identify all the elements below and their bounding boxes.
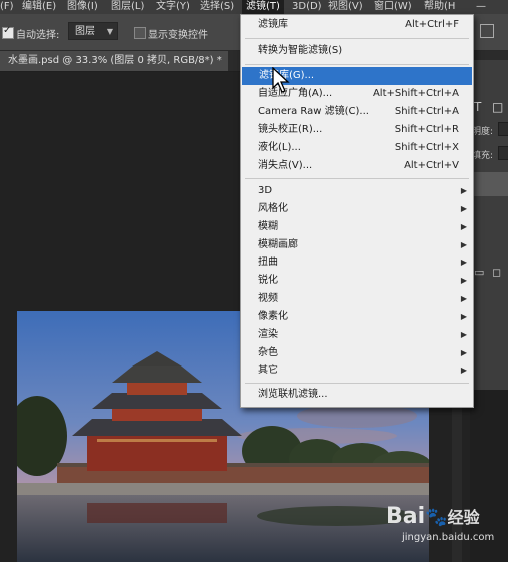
submenu-arrow-icon: ▶: [460, 258, 467, 267]
menu-item-shortcut: Shift+Ctrl+A: [394, 106, 459, 117]
menu-bar: (F) 编辑(E) 图像(I) 图层(L) 文字(Y) 选择(S) 滤镜(T) …: [0, 0, 508, 14]
menu-item-shortcut: Alt+Ctrl+F: [405, 19, 459, 30]
menu-help[interactable]: 帮助(H: [424, 0, 455, 14]
menu-item-label: 模糊: [258, 221, 278, 232]
menu-separator: [245, 178, 469, 179]
menu-item-label: 风格化: [258, 203, 288, 214]
menu-item-label: 渲染: [258, 329, 278, 340]
opacity-label: 明度:: [472, 127, 494, 137]
menu-item-label: 滤镜库: [258, 19, 288, 30]
shape-icon[interactable]: □: [492, 100, 503, 114]
submenu-arrow-icon: ▶: [460, 222, 467, 231]
mouse-cursor-icon: [272, 67, 290, 93]
menu-item-label: 视频: [258, 293, 278, 304]
submenu-arrow-icon: ▶: [460, 366, 467, 375]
fill-field[interactable]: [498, 146, 508, 160]
submenu-arrow-icon: ▶: [460, 348, 467, 357]
menu-separator: [245, 383, 469, 384]
menu-item-pixelate[interactable]: 像素化 ▶: [241, 308, 473, 326]
auto-select-label: 自动选择:: [16, 30, 60, 41]
menu-item-video[interactable]: 视频 ▶: [241, 290, 473, 308]
new-layer-icon[interactable]: ◻: [492, 266, 501, 279]
folder-icon[interactable]: ▭: [474, 266, 484, 279]
menu-item-shortcut: Shift+Ctrl+X: [394, 142, 459, 153]
menu-item-stylize[interactable]: 风格化 ▶: [241, 200, 473, 218]
menu-item-browse-online-filters[interactable]: 浏览联机滤镜...: [241, 386, 473, 404]
menu-item-noise[interactable]: 杂色 ▶: [241, 344, 473, 362]
menu-item-liquify[interactable]: 液化(L)... Shift+Ctrl+X: [241, 139, 473, 157]
menu-item-label: 其它: [258, 365, 278, 376]
menu-item-render[interactable]: 渲染 ▶: [241, 326, 473, 344]
submenu-arrow-icon: ▶: [460, 240, 467, 249]
watermark-url: jingyan.baidu.com: [402, 532, 495, 543]
menu-item-distort[interactable]: 扭曲 ▶: [241, 254, 473, 272]
auto-select-checkbox[interactable]: [2, 25, 14, 39]
menu-item-shortcut: Alt+Ctrl+V: [404, 160, 459, 171]
menu-item-label: 模糊画廊: [258, 239, 298, 250]
menu-select[interactable]: 选择(S): [200, 0, 234, 14]
chevron-down-icon: ▼: [106, 27, 113, 36]
menu-item-3d[interactable]: 3D ▶: [241, 182, 473, 200]
layer-row[interactable]: [470, 172, 508, 196]
menu-item-other[interactable]: 其它 ▶: [241, 362, 473, 380]
document-tab-title: 水墨画.psd @ 33.3% (图层 0 拷贝, RGB/8*) *: [8, 55, 222, 66]
menu-item-blur[interactable]: 模糊 ▶: [241, 218, 473, 236]
menu-item-camera-raw[interactable]: Camera Raw 滤镜(C)... Shift+Ctrl+A: [241, 103, 473, 121]
menu-file[interactable]: (F): [0, 0, 14, 14]
watermark-logo: Bai🐾经验: [386, 504, 480, 529]
menu-separator: [245, 38, 469, 39]
show-transform-label: 显示变换控件: [148, 30, 208, 41]
menu-item-label: 3D: [258, 185, 273, 196]
menu-item-label: 杂色: [258, 347, 278, 358]
menu-item-label: 浏览联机滤镜...: [258, 389, 328, 400]
layers-panel-edge: T □ 明度: 填充: ▭ ◻: [470, 60, 508, 390]
layer-select-value: 图层: [75, 26, 95, 37]
menu-type[interactable]: 文字(Y): [156, 0, 190, 14]
submenu-arrow-icon: ▶: [460, 204, 467, 213]
menu-layer[interactable]: 图层(L): [111, 0, 144, 14]
menu-item-label: Camera Raw 滤镜(C)...: [258, 106, 369, 117]
menu-item-filter-gallery-last[interactable]: 滤镜库 Alt+Ctrl+F: [241, 16, 473, 34]
align-icon[interactable]: [480, 24, 494, 38]
menu-item-vanishing-point[interactable]: 消失点(V)... Alt+Ctrl+V: [241, 157, 473, 175]
menu-item-label: 自适应广角(A)...: [258, 88, 333, 99]
menu-item-label: 扭曲: [258, 257, 278, 268]
show-transform-checkbox[interactable]: [134, 27, 146, 39]
layer-select[interactable]: 图层 ▼: [68, 22, 118, 40]
menu-item-shortcut: Shift+Ctrl+R: [394, 124, 459, 135]
menu-window[interactable]: 窗口(W): [374, 0, 412, 14]
document-tab[interactable]: 水墨画.psd @ 33.3% (图层 0 拷贝, RGB/8*) *: [0, 51, 228, 71]
menu-view[interactable]: 视图(V): [328, 0, 363, 14]
submenu-arrow-icon: ▶: [460, 330, 467, 339]
menu-item-sharpen[interactable]: 锐化 ▶: [241, 272, 473, 290]
menu-item-lens-correction[interactable]: 镜头校正(R)... Shift+Ctrl+R: [241, 121, 473, 139]
submenu-arrow-icon: ▶: [460, 294, 467, 303]
opacity-field[interactable]: [498, 122, 508, 136]
type-tool-icon[interactable]: T: [474, 100, 481, 114]
menu-item-label: 转换为智能滤镜(S): [258, 45, 343, 56]
menu-item-label: 消失点(V)...: [258, 160, 313, 171]
menu-separator: [245, 64, 469, 65]
submenu-arrow-icon: ▶: [460, 276, 467, 285]
menu-image[interactable]: 图像(I): [67, 0, 98, 14]
minimize-icon[interactable]: —: [476, 0, 486, 14]
menu-item-convert-smart-filter[interactable]: 转换为智能滤镜(S): [241, 42, 473, 60]
menu-3d[interactable]: 3D(D): [292, 0, 322, 14]
submenu-arrow-icon: ▶: [460, 312, 467, 321]
menu-item-blur-gallery[interactable]: 模糊画廊 ▶: [241, 236, 473, 254]
submenu-arrow-icon: ▶: [460, 186, 467, 195]
menu-item-label: 锐化: [258, 275, 278, 286]
menu-filter[interactable]: 滤镜(T): [242, 0, 284, 14]
fill-label: 填充:: [472, 151, 494, 161]
menu-edit[interactable]: 编辑(E): [22, 0, 56, 14]
menu-item-label: 镜头校正(R)...: [258, 124, 323, 135]
menu-item-shortcut: Alt+Shift+Ctrl+A: [372, 88, 459, 99]
menu-item-label: 液化(L)...: [258, 142, 301, 153]
menu-item-label: 像素化: [258, 311, 288, 322]
